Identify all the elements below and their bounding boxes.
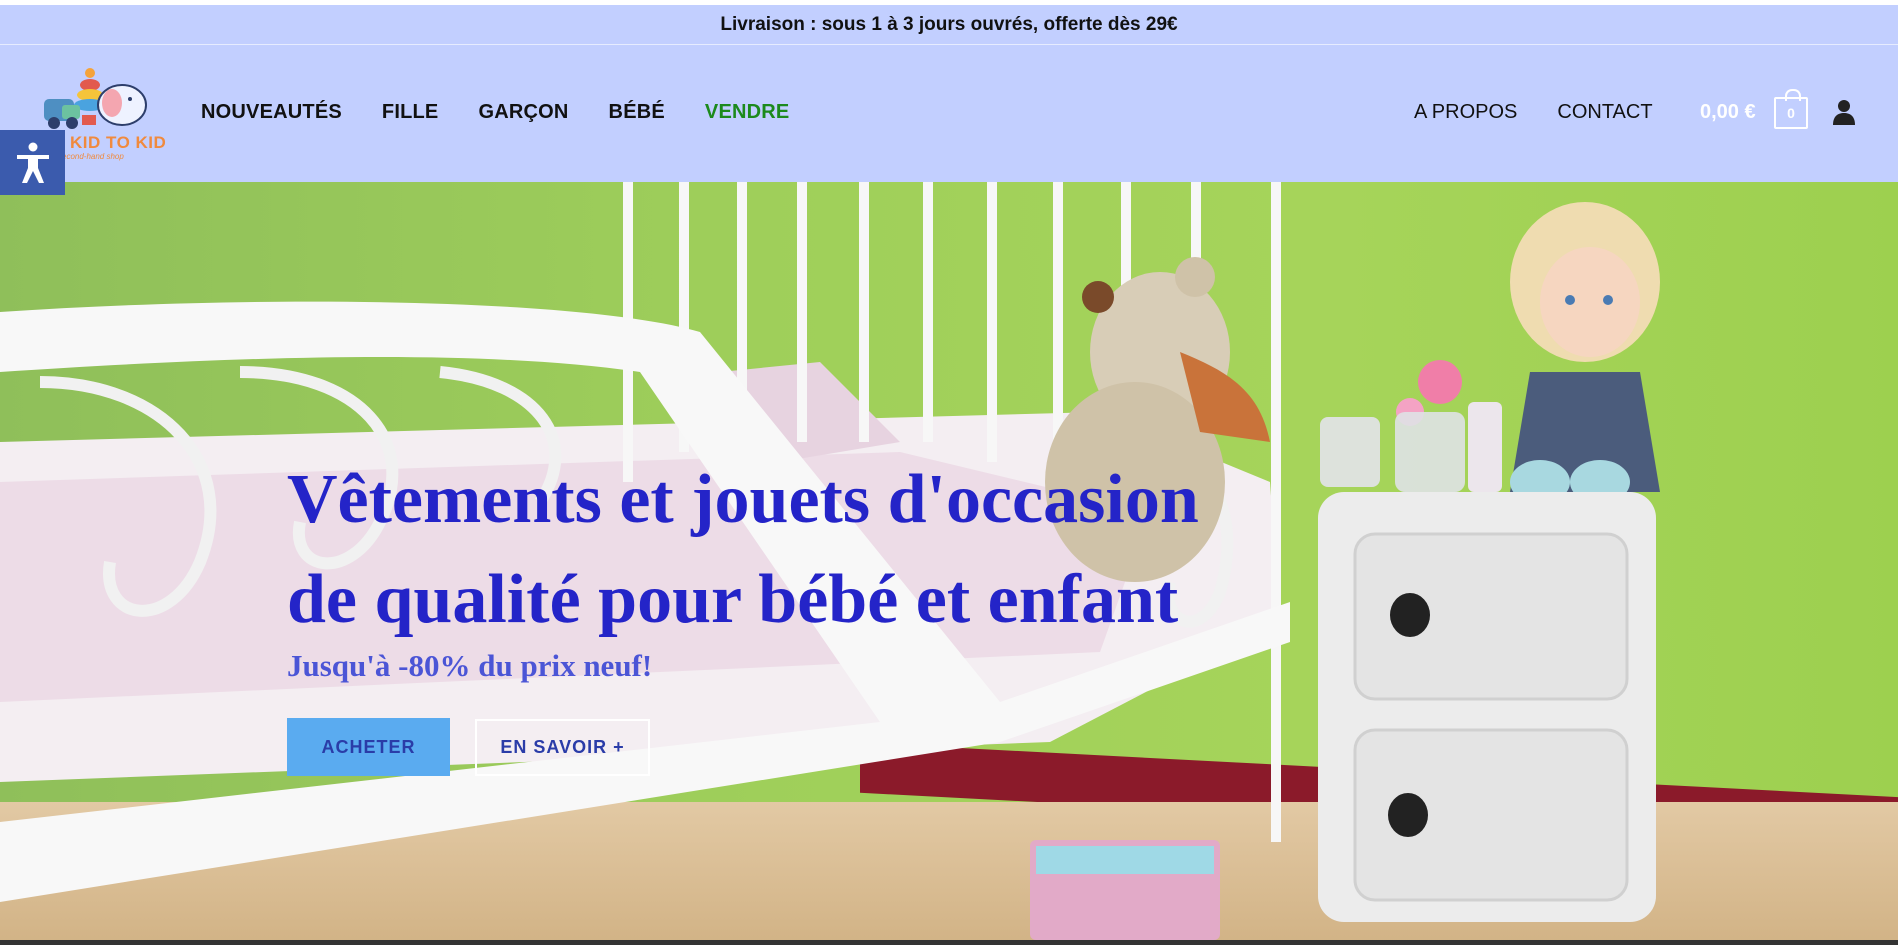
site-header: KID TO KID second-hand shop NOUVEAUTÉS F…: [0, 45, 1898, 182]
hero-banner: Vêtements et jouets d'occasion de qualit…: [0, 182, 1898, 940]
logo-text: KID TO KID: [70, 133, 167, 152]
page-bottom-edge: [0, 940, 1898, 945]
shop-button[interactable]: ACHETER: [287, 718, 450, 776]
nav-item-vendre[interactable]: VENDRE: [705, 101, 790, 124]
hero-title: Vêtements et jouets d'occasion de qualit…: [287, 450, 1247, 650]
user-icon[interactable]: [1832, 99, 1856, 125]
nav-item-bebe[interactable]: BÉBÉ: [609, 101, 665, 124]
nav-item-nouveautes[interactable]: NOUVEAUTÉS: [201, 101, 342, 124]
shopping-bag-icon[interactable]: 0: [1774, 89, 1808, 129]
hero-title-line2: de qualité pour bébé et enfant: [287, 561, 1179, 638]
nav-item-contact[interactable]: CONTACT: [1557, 101, 1652, 124]
accessibility-icon: [16, 142, 49, 183]
accessibility-button[interactable]: [0, 130, 65, 195]
nav-item-fille[interactable]: FILLE: [382, 101, 439, 124]
hero-subtitle: Jusqu'à -80% du prix neuf!: [287, 648, 653, 683]
nav-item-a-propos[interactable]: A PROPOS: [1414, 101, 1517, 124]
logo-subtitle: second-hand shop: [58, 152, 124, 161]
cart-total[interactable]: 0,00 €: [1700, 101, 1756, 124]
cart-count: 0: [1787, 105, 1795, 121]
hero-title-line1: Vêtements et jouets d'occasion: [287, 461, 1199, 538]
secondary-nav: A PROPOS CONTACT: [1414, 101, 1653, 124]
main-nav: NOUVEAUTÉS FILLE GARÇON BÉBÉ VENDRE: [201, 101, 789, 124]
announcement-bar: Livraison : sous 1 à 3 jours ouvrés, off…: [0, 0, 1898, 45]
learn-more-button[interactable]: EN SAVOIR +: [475, 719, 650, 776]
nav-item-garcon[interactable]: GARÇON: [478, 101, 568, 124]
announcement-text: Livraison : sous 1 à 3 jours ouvrés, off…: [720, 13, 1178, 35]
